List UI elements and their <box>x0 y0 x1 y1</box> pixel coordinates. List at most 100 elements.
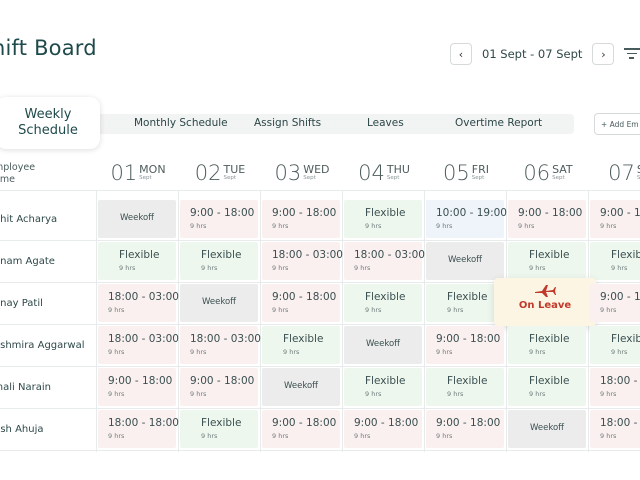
shift-cell[interactable]: Flexible 9 hrs <box>508 326 586 364</box>
shift-cell[interactable]: 18:00 - 18:00 9 hrs <box>98 410 179 448</box>
employee-name[interactable]: nsh Ahuja <box>0 424 44 435</box>
add-employee-button[interactable]: + Add Em <box>594 113 640 135</box>
shift-label: 10:00 - 19:00 <box>436 207 507 219</box>
shift-hours: 9 hrs <box>436 432 453 440</box>
shift-cell[interactable]: Flexib 9 hrs <box>590 242 640 280</box>
grid-column-divider <box>424 190 425 452</box>
day-name: MON <box>139 163 166 176</box>
shift-cell[interactable]: 18:00 - 03:00 9 hrs <box>262 242 343 280</box>
shift-cell[interactable]: Flexible 9 hrs <box>426 284 504 322</box>
day-header: 07SUSept <box>590 160 640 186</box>
shift-cell[interactable]: 9:00 - 18:00 9 hrs <box>262 284 340 322</box>
shift-cell[interactable]: 9:00 - 18 9 hrs <box>590 284 640 322</box>
date-range-label: 01 Sept - 07 Sept <box>482 47 583 61</box>
shift-cell[interactable]: 9:00 - 18:00 9 hrs <box>180 368 258 406</box>
shift-cell[interactable]: Weekoff <box>180 284 258 322</box>
shift-cell[interactable]: Weekoff <box>262 368 340 406</box>
shift-hours: 9 hrs <box>529 264 546 272</box>
shift-cell[interactable]: Flexib 9 hrs <box>590 326 640 364</box>
day-header: 05 FRI Sept <box>426 160 506 186</box>
shift-cell[interactable]: 9:00 - 18:00 9 hrs <box>98 368 176 406</box>
day-number: 07 <box>608 161 635 185</box>
shift-label: Flexible <box>119 249 160 261</box>
day-month: Sept <box>139 175 152 181</box>
shift-cell[interactable]: Flexible 9 hrs <box>344 368 422 406</box>
shift-cell[interactable]: Flexible 9 hrs <box>180 242 258 280</box>
shift-cell[interactable]: 18:00 - 03:00 9 hrs <box>98 326 179 364</box>
prev-week-button[interactable]: ‹ <box>450 43 472 65</box>
shift-label: Flexible <box>447 375 488 387</box>
shift-hours: 9 hrs <box>190 222 207 230</box>
day-header: 02 TUE Sept <box>180 160 260 186</box>
day-label-group: SAT Sept <box>552 164 573 182</box>
shift-cell[interactable]: On Leave <box>494 278 596 326</box>
shift-label: Weekoff <box>119 213 155 223</box>
employee-name[interactable]: inali Narain <box>0 382 51 393</box>
day-name: SAT <box>552 163 573 176</box>
shift-hours: 9 hrs <box>108 432 125 440</box>
tab-assign-shifts[interactable]: Assign Shifts <box>254 117 321 129</box>
day-name: TUE <box>223 163 246 176</box>
shift-cell[interactable]: Flexible 9 hrs <box>508 242 586 280</box>
shift-hours: 9 hrs <box>611 348 628 356</box>
grid-column-divider <box>260 190 261 452</box>
shift-label: Weekoff <box>447 255 483 265</box>
shift-cell[interactable]: 9:00 - 18:00 9 hrs <box>180 200 258 238</box>
shift-cell[interactable]: Flexible 9 hrs <box>508 368 586 406</box>
shift-cell[interactable]: 18:00 - 03:00 9 hrs <box>98 284 179 322</box>
page-title: hift Board <box>0 36 97 60</box>
tab-monthly-schedule[interactable]: Monthly Schedule <box>134 117 228 129</box>
shift-label: 18:00 - 18:00 <box>108 417 179 429</box>
tab-leaves[interactable]: Leaves <box>367 117 404 129</box>
shift-hours: 9 hrs <box>600 432 617 440</box>
employee-name[interactable]: ashmira Aggarwal <box>0 340 84 351</box>
shift-label: 9:00 - 18:00 <box>272 291 337 303</box>
employee-name[interactable]: anay Patil <box>0 298 43 309</box>
shift-cell[interactable]: Weekoff <box>426 242 504 280</box>
shift-label: 9:00 - 18 <box>600 207 640 219</box>
shift-cell[interactable]: Flexible 9 hrs <box>180 410 258 448</box>
chevron-right-icon: › <box>601 47 606 61</box>
shift-cell[interactable]: Flexible 9 hrs <box>344 284 422 322</box>
day-header: 04 THU Sept <box>344 160 424 186</box>
shift-cell[interactable]: 9:00 - 18:00 9 hrs <box>262 200 340 238</box>
shift-hours: 9 hrs <box>518 222 535 230</box>
shift-cell[interactable]: 9:00 - 18:00 9 hrs <box>426 326 504 364</box>
shift-cell[interactable]: Flexible 9 hrs <box>344 200 422 238</box>
shift-label: Flexib <box>611 249 640 261</box>
shift-cell[interactable]: 9:00 - 18:00 9 hrs <box>344 410 422 448</box>
tab-overtime-report[interactable]: Overtime Report <box>455 117 542 129</box>
shift-hours: 9 hrs <box>600 390 617 398</box>
shift-hours: 9 hrs <box>365 306 382 314</box>
shift-cell[interactable]: 10:00 - 19:00 9 hrs <box>426 200 507 238</box>
shift-cell[interactable]: Weekoff <box>344 326 422 364</box>
shift-cell[interactable]: 18:00 - 0 9 hrs <box>590 410 640 448</box>
tab-weekly-schedule[interactable]: Weekly Schedule <box>0 97 100 149</box>
shift-cell[interactable]: 9:00 - 18:00 9 hrs <box>426 410 504 448</box>
shift-hours: 9 hrs <box>272 264 289 272</box>
shift-hours: 9 hrs <box>365 222 382 230</box>
day-month: Sept <box>552 175 565 181</box>
day-name: WED <box>303 163 330 176</box>
shift-cell[interactable]: Flexible 9 hrs <box>98 242 176 280</box>
shift-cell[interactable]: Flexible 9 hrs <box>262 326 340 364</box>
employee-name[interactable]: onam Agate <box>0 256 55 267</box>
day-header: 06 SAT Sept <box>508 160 588 186</box>
day-number: 04 <box>358 161 385 185</box>
shift-cell[interactable]: 9:00 - 18 9 hrs <box>590 200 640 238</box>
shift-label: Flexible <box>201 249 242 261</box>
day-label-group: WED Sept <box>303 164 329 182</box>
shift-cell[interactable]: 9:00 - 18:00 9 hrs <box>508 200 586 238</box>
shift-cell[interactable]: Weekoff <box>98 200 176 238</box>
filter-icon[interactable] <box>624 48 640 62</box>
shift-cell[interactable]: Weekoff <box>508 410 586 448</box>
shift-hours: 9 hrs <box>447 306 464 314</box>
day-month: Sept <box>303 175 316 181</box>
shift-cell[interactable]: Flexible 9 hrs <box>426 368 504 406</box>
shift-cell[interactable]: 18:00 - 0 9 hrs <box>590 368 640 406</box>
shift-cell[interactable]: 9:00 - 18:00 9 hrs <box>262 410 340 448</box>
shift-cell[interactable]: 18:00 - 03:00 9 hrs <box>180 326 261 364</box>
shift-cell[interactable]: 18:00 - 03:00 9 hrs <box>344 242 425 280</box>
employee-name[interactable]: ohit Acharya <box>0 214 57 225</box>
next-week-button[interactable]: › <box>592 43 615 65</box>
